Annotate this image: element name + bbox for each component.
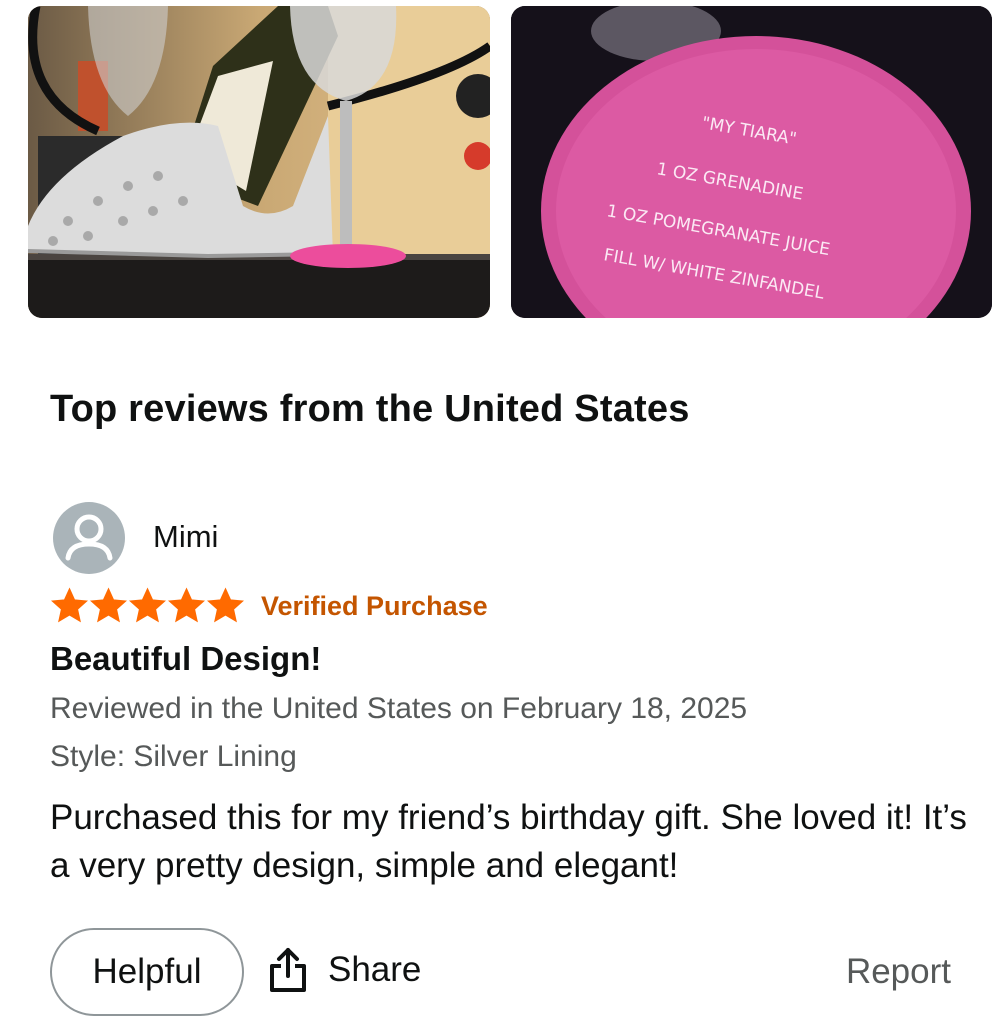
share-label: Share [328,950,422,989]
reviewer-profile[interactable]: Mimi [53,502,218,574]
reviews-section-title: Top reviews from the United States [50,388,690,430]
review-style: Style: Silver Lining [50,740,297,773]
star-rating[interactable] [50,587,245,625]
review-title: Beautiful Design! [50,640,322,677]
glass-base-illustration: "MY TIARA" 1 OZ GRENADINE 1 OZ POMEGRANA… [511,6,992,318]
verified-purchase-badge: Verified Purchase [261,590,488,621]
shoe-wine-holder-photo[interactable] [28,6,490,318]
rating-row: Verified Purchase [50,586,488,626]
star-icon [206,587,245,623]
star-icon [50,587,89,623]
review-body: Purchased this for my friend’s birthday … [50,798,967,885]
tiara-glass-base-photo[interactable]: "MY TIARA" 1 OZ GRENADINE 1 OZ POMEGRANA… [511,6,992,318]
shoe-wine-holder-illustration [28,6,490,318]
avatar [53,502,125,574]
helpful-button[interactable]: Helpful [50,928,244,1016]
reviewer-name: Mimi [153,519,219,554]
star-icon [89,587,128,623]
share-button[interactable]: Share [268,946,421,994]
person-icon [65,514,113,561]
report-link[interactable]: Report [846,952,951,992]
star-icon [167,587,206,623]
review-date: Reviewed in the United States on Februar… [50,692,748,725]
helpful-label: Helpful [92,952,202,991]
star-icon [128,587,167,623]
share-icon [270,948,306,992]
